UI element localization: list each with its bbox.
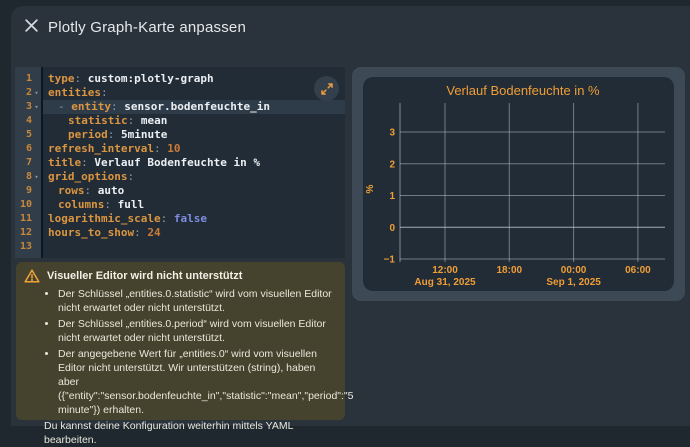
yaml-token: : — [154, 142, 167, 155]
yaml-token: 24 — [147, 226, 160, 239]
fullscreen-button[interactable] — [314, 76, 339, 101]
yaml-token: title — [48, 156, 81, 169]
yaml-token: : — [161, 212, 174, 225]
code-line[interactable]: 4 statistic: mean — [15, 114, 345, 128]
x-tick-label: 12:00 — [432, 265, 458, 276]
code-line[interactable]: 3▾ - entity: sensor.bodenfeuchte_in — [15, 100, 345, 114]
y-tick-label: 3 — [389, 128, 395, 139]
yaml-token: : — [134, 226, 147, 239]
gutter-line-number: 11 — [15, 212, 41, 226]
code-line[interactable]: 12 hours_to_show: 24 — [15, 226, 345, 240]
yaml-token: : — [81, 156, 94, 169]
yaml-token: full — [118, 198, 145, 211]
yaml-token: columns — [58, 198, 104, 211]
yaml-token: statistic — [68, 114, 128, 127]
yaml-token: : — [127, 170, 134, 183]
gutter-line-number: 10 — [15, 198, 41, 212]
close-button[interactable] — [20, 16, 42, 38]
yaml-token: type — [48, 72, 75, 85]
gutter-line-number: 5 — [15, 128, 41, 142]
y-tick-label: 0 — [389, 223, 395, 234]
warning-title: Visueller Editor wird nicht unterstützt — [47, 270, 242, 282]
yaml-token: : — [104, 198, 117, 211]
fold-toggle-icon[interactable]: ▾ — [32, 170, 41, 184]
fold-toggle-icon[interactable]: ▾ — [32, 100, 41, 114]
chart-title: Verlauf Bodenfeuchte in % — [446, 83, 600, 98]
y-tick-label: −1 — [384, 255, 396, 266]
yaml-editor[interactable]: 1 type: custom:plotly-graph 2▾ entities: 3▾ -… — [15, 67, 345, 258]
dialog-header: Plotly Graph-Karte anpassen — [11, 6, 690, 58]
warning-bullet: Der Schlüssel „entities.0.statistic“ wir… — [58, 287, 337, 315]
gutter-line-number: 6 — [15, 142, 41, 156]
yaml-token: sensor.bodenfeuchte_in — [124, 100, 270, 113]
yaml-token: entity — [71, 100, 111, 113]
code-line[interactable]: 2▾ entities: — [15, 86, 345, 100]
yaml-token: : — [128, 114, 141, 127]
x-date-label: Aug 31, 2025 — [414, 277, 476, 288]
code-line[interactable]: 6 refresh_interval: 10 — [15, 142, 345, 156]
warning-header: Visueller Editor wird nicht unterstützt — [24, 268, 337, 284]
dialog-title: Plotly Graph-Karte anpassen — [48, 19, 246, 36]
gutter-line-number: 7 — [15, 156, 41, 170]
y-tick-label: 1 — [389, 191, 395, 202]
x-tick-label: 00:00 — [561, 265, 587, 276]
gutter-line-number: 12 — [15, 226, 41, 240]
gutter-line-number: 4 — [15, 114, 41, 128]
gutter-line-number: 3▾ — [15, 100, 41, 114]
yaml-token: custom:plotly-graph — [88, 72, 214, 85]
code-line[interactable]: 5 period: 5minute — [15, 128, 345, 142]
yaml-token: period — [68, 128, 108, 141]
warning-bullet: Der Schlüssel „entities.0.period“ wird v… — [58, 317, 337, 345]
yaml-token: : — [101, 86, 108, 99]
warning-triangle-icon — [24, 268, 40, 284]
warning-panel: Visueller Editor wird nicht unterstützt … — [16, 262, 345, 420]
code-line[interactable]: 7 title: Verlauf Bodenfeuchte in % — [15, 156, 345, 170]
expand-fullscreen-icon — [320, 82, 334, 96]
yaml-token: rows — [58, 184, 85, 197]
gutter-line-number: 2▾ — [15, 86, 41, 100]
warning-bullet: Der angegebene Wert für „entities.0“ wir… — [58, 347, 337, 417]
yaml-token: : — [75, 72, 88, 85]
code-line[interactable]: 11 logarithmic_scale: false — [15, 212, 345, 226]
yaml-token: Verlauf Bodenfeuchte in % — [94, 156, 260, 169]
gutter-line-number: 8▾ — [15, 170, 41, 184]
yaml-token: hours_to_show — [48, 226, 134, 239]
yaml-token: mean — [141, 114, 168, 127]
yaml-token: - — [58, 100, 71, 113]
card-preview: Verlauf Bodenfeuchte in % 12:00 18:00 00:00… — [352, 67, 685, 301]
chart-canvas[interactable]: Verlauf Bodenfeuchte in % 12:00 18:00 00:00… — [363, 77, 674, 291]
code-lines: 1 type: custom:plotly-graph 2▾ entities: 3▾ -… — [15, 72, 345, 254]
yaml-token: logarithmic_scale — [48, 212, 161, 225]
yaml-token: false — [174, 212, 207, 225]
x-tick-label: 18:00 — [497, 265, 523, 276]
yaml-token: entities — [48, 86, 101, 99]
fold-toggle-icon[interactable]: ▾ — [32, 86, 41, 100]
yaml-token: refresh_interval — [48, 142, 154, 155]
gutter-line-number: 13 — [15, 240, 41, 254]
yaml-token: auto — [98, 184, 125, 197]
gutter-line-number: 9 — [15, 184, 41, 198]
y-axis-title: % — [365, 184, 376, 193]
yaml-token: 10 — [167, 142, 180, 155]
gutter-line-number: 1 — [15, 72, 41, 86]
yaml-token: grid_options — [48, 170, 127, 183]
close-icon — [24, 18, 39, 33]
code-line[interactable]: 9 rows: auto — [15, 184, 345, 198]
code-line[interactable]: 8▾ grid_options: — [15, 170, 345, 184]
code-line[interactable]: 10 columns: full — [15, 198, 345, 212]
yaml-token: : — [108, 128, 121, 141]
warning-bullet-list: Der Schlüssel „entities.0.statistic“ wir… — [24, 287, 337, 417]
plotly-graph-card: Verlauf Bodenfeuchte in % 12:00 18:00 00:00… — [363, 77, 674, 291]
x-date-label: Sep 1, 2025 — [546, 277, 601, 288]
yaml-token: 5minute — [121, 128, 167, 141]
warning-footer: Du kannst deine Konfiguration weiterhin … — [44, 419, 337, 447]
plotly-card-editor-dialog: Plotly Graph-Karte anpassen 1 type: custo… — [11, 6, 690, 426]
x-tick-label: 06:00 — [625, 265, 651, 276]
code-line[interactable]: 1 type: custom:plotly-graph — [15, 72, 345, 86]
yaml-token: : — [111, 100, 124, 113]
yaml-token: : — [85, 184, 98, 197]
code-line[interactable]: 13 — [15, 240, 345, 254]
y-tick-label: 2 — [389, 159, 395, 170]
